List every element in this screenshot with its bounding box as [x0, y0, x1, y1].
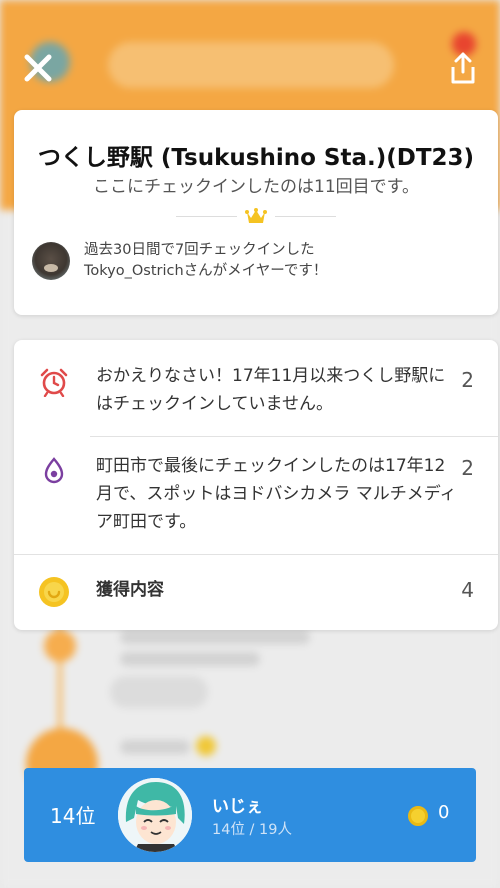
close-icon	[24, 54, 52, 82]
alarm-clock-icon	[38, 366, 70, 398]
location-pin-icon	[38, 456, 70, 488]
coin-icon	[408, 806, 428, 826]
rank-position: 14位	[50, 804, 96, 828]
rank-summary: 14位 / 19人	[212, 822, 293, 838]
stat-count: 2	[461, 456, 474, 480]
mayor-text-line2: Tokyo_Ostrichさんがメイヤーです！	[84, 263, 328, 279]
share-icon	[451, 52, 475, 84]
stat-count: 2	[461, 368, 474, 392]
coin-count: 0	[438, 802, 450, 823]
stat-text: 獲得内容	[96, 580, 164, 600]
venue-card: つくし野駅 (Tsukushino Sta.)(DT23) ここにチェックインし…	[14, 110, 498, 315]
user-name: いじぇ	[212, 797, 263, 817]
leaderboard-rank-bar[interactable]: 14位 いじぇ 14位 / 19人 0	[24, 768, 476, 862]
stat-text: 町田市で最後にチェックインしたのは17年12月で、スポットはヨドバシカメラ マル…	[96, 456, 457, 532]
checkin-count-text: ここにチェックインしたのは11回目です。	[93, 177, 419, 197]
stat-text: おかえりなさい！17年11月以来つくし野駅にはチェックインしていません。	[96, 366, 446, 414]
stat-row-return[interactable]: おかえりなさい！17年11月以来つくし野駅にはチェックインしていません。 2	[14, 340, 498, 436]
share-button[interactable]	[446, 48, 480, 88]
avatar[interactable]	[118, 778, 192, 852]
coin-icon	[38, 576, 70, 608]
close-button[interactable]	[16, 46, 60, 90]
mayor-text-line1: 過去30日間で7回チェックインした	[84, 242, 315, 258]
crown-divider	[176, 206, 336, 226]
mayor-avatar[interactable]	[32, 242, 70, 280]
stats-card: おかえりなさい！17年11月以来つくし野駅にはチェックインしていません。 2 町…	[14, 340, 498, 630]
stat-row-rewards[interactable]: 獲得内容 4	[14, 554, 498, 630]
crown-icon	[245, 208, 267, 223]
stat-row-city[interactable]: 町田市で最後にチェックインしたのは17年12月で、スポットはヨドバシカメラ マル…	[14, 436, 498, 554]
mayor-info[interactable]: 過去30日間で7回チェックインした Tokyo_Ostrichさんがメイヤーです…	[32, 238, 472, 284]
venue-title: つくし野駅 (Tsukushino Sta.)(DT23)	[37, 145, 475, 171]
stat-count: 4	[461, 578, 474, 602]
